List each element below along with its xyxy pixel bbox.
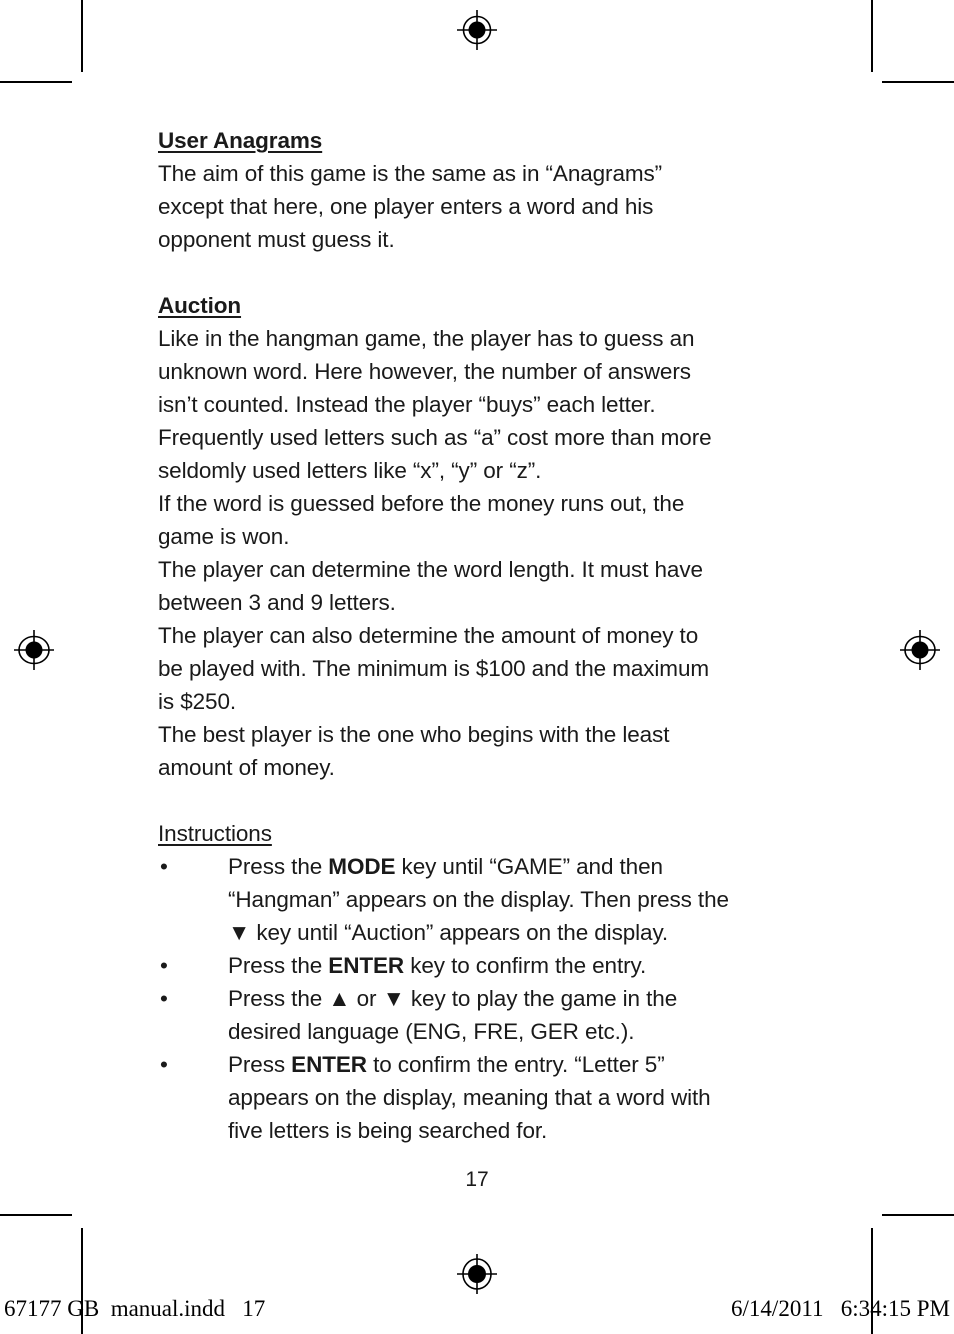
bullet-text: appears on the display, meaning that a w… xyxy=(228,1085,711,1110)
crop-mark-bottom-right-horizontal xyxy=(882,1214,954,1216)
body-line: be played with. The minimum is $100 and … xyxy=(158,656,709,681)
bullet-line: appears on the display, meaning that a w… xyxy=(228,1081,804,1114)
section-user-anagrams: User Anagrams The aim of this game is th… xyxy=(158,124,804,256)
body-line: Frequently used letters such as “a” cost… xyxy=(158,425,712,450)
footer-timestamp: 6/14/2011 6:34:15 PM xyxy=(731,1296,950,1321)
body-line: seldomly used letters like “x”, “y” or “… xyxy=(158,458,542,483)
crop-mark-top-right-horizontal xyxy=(882,81,954,83)
bullet-text: key to confirm the entry. xyxy=(404,953,647,978)
bullet-point-icon: • xyxy=(160,986,168,1011)
crop-mark-top-right-vertical xyxy=(871,0,873,72)
key-name-emphasis: ENTER xyxy=(328,953,405,978)
body-line: Like in the hangman game, the player has… xyxy=(158,326,695,351)
registration-mark-bottom xyxy=(457,1254,497,1294)
body-line: The player can also determine the amount… xyxy=(158,623,699,648)
bullet-point-icon: • xyxy=(160,854,168,879)
body-line: isn’t counted. Instead the player “buys”… xyxy=(158,392,656,417)
bullet-enter-letter5: • Press ENTER to confirm the entry. “Lett… xyxy=(158,1048,804,1147)
body-line: The aim of this game is the same as in “… xyxy=(158,161,663,186)
heading-auction: Auction xyxy=(158,293,242,318)
manual-page: User Anagrams The aim of this game is th… xyxy=(0,0,954,1334)
registration-mark-top xyxy=(457,10,497,50)
bullet-mode-key: • Press the MODE key until “GAME” and the… xyxy=(158,850,804,949)
bullet-text: Press the ▲ or ▼ key to play the game in… xyxy=(228,986,678,1011)
bullet-line: “Hangman” appears on the display. Then p… xyxy=(228,883,804,916)
bullet-point-icon: • xyxy=(160,1052,168,1077)
body-line: is $250. xyxy=(158,689,237,714)
bullet-line: Press the MODE key until “GAME” and then xyxy=(228,850,804,883)
bullet-language-select: • Press the ▲ or ▼ key to play the game i… xyxy=(158,982,804,1048)
body-line: unknown word. Here however, the number o… xyxy=(158,359,691,384)
bullet-text: five letters is being searched for. xyxy=(228,1118,548,1143)
bullet-text: desired language (ENG, FRE, GER etc.). xyxy=(228,1019,635,1044)
crop-mark-top-left-vertical xyxy=(81,0,83,72)
body-line: game is won. xyxy=(158,524,290,549)
bullet-line: Press the ▲ or ▼ key to play the game in… xyxy=(228,982,804,1015)
body-line: The player can determine the word length… xyxy=(158,557,703,582)
crop-mark-top-left-horizontal xyxy=(0,81,72,83)
bullet-line: Press ENTER to confirm the entry. “Lette… xyxy=(228,1048,804,1081)
bullet-line: Press the ENTER key to confirm the entry… xyxy=(228,949,804,982)
bullet-line: ▼ key until “Auction” appears on the dis… xyxy=(228,916,804,949)
bullet-text: ▼ key until “Auction” appears on the dis… xyxy=(228,920,669,945)
heading-user-anagrams: User Anagrams xyxy=(158,128,323,153)
key-name-emphasis: ENTER xyxy=(291,1052,367,1077)
heading-instructions: Instructions xyxy=(158,821,272,846)
bullet-text: “Hangman” appears on the display. Then p… xyxy=(228,887,729,912)
bullet-enter-confirm: • Press the ENTER key to confirm the entr… xyxy=(158,949,804,982)
crop-mark-bottom-left-horizontal xyxy=(0,1214,72,1216)
bullet-line: desired language (ENG, FRE, GER etc.). xyxy=(228,1015,804,1048)
bullet-text: Press xyxy=(228,1052,292,1077)
body-line: between 3 and 9 letters. xyxy=(158,590,396,615)
body-line: The best player is the one who begins wi… xyxy=(158,722,670,747)
page-number: 17 xyxy=(465,1168,489,1191)
body-line: If the word is guessed before the money … xyxy=(158,491,685,516)
section-heading: User Anagrams xyxy=(158,124,804,157)
bullet-point-icon: • xyxy=(160,953,168,978)
section-heading: Instructions xyxy=(158,817,804,850)
page-content: User Anagrams The aim of this game is th… xyxy=(158,124,804,1147)
bullet-text: key until “GAME” and then xyxy=(395,854,663,879)
body-line: except that here, one player enters a wo… xyxy=(158,194,654,219)
section-heading: Auction xyxy=(158,289,804,322)
registration-mark-left xyxy=(14,630,54,670)
bullet-line: five letters is being searched for. xyxy=(228,1114,804,1147)
instructions-bullet-list: • Press the MODE key until “GAME” and the… xyxy=(158,850,804,1147)
bullet-text: to confirm the entry. “Letter 5” xyxy=(366,1052,665,1077)
body-line: amount of money. xyxy=(158,755,335,780)
bullet-text: Press the xyxy=(228,854,329,879)
section-instructions: Instructions • Press the MODE key until “… xyxy=(158,817,804,1147)
section-auction: Auction Like in the hangman game, the pl… xyxy=(158,289,804,784)
footer-file-label: 67177 GB manual.indd 17 xyxy=(4,1296,266,1321)
registration-mark-right xyxy=(900,630,940,670)
body-line: opponent must guess it. xyxy=(158,227,395,252)
bullet-text: Press the xyxy=(228,953,329,978)
key-name-emphasis: MODE xyxy=(328,854,396,879)
